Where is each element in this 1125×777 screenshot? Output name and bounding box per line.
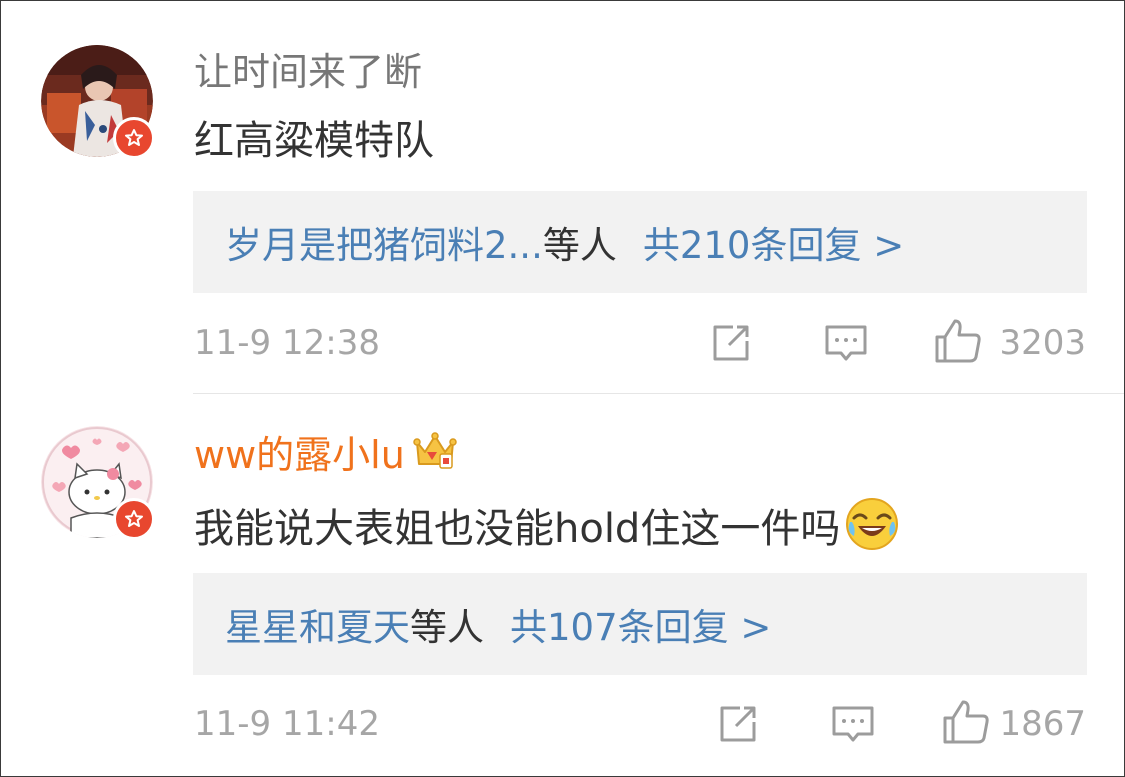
- comment-meta: 11-9 12:38 3203: [1, 315, 1124, 375]
- comment-time: 11-9 12:38: [194, 323, 380, 363]
- comment-meta: 11-9 11:42 1867: [1, 696, 1124, 756]
- comment-item: 让时间来了断 红高粱模特队 岁月是把猪饲料2... 等人 共210条回复 > 1…: [1, 1, 1124, 393]
- repost-icon[interactable]: [709, 321, 753, 369]
- like-icon[interactable]: [941, 696, 991, 750]
- verified-badge-icon: [113, 498, 155, 540]
- reply-total-link[interactable]: 共210条回复 >: [643, 215, 904, 269]
- vip-crown-icon: [413, 430, 457, 482]
- like-count: 3203: [999, 323, 1086, 363]
- reply-names[interactable]: 星星和夏天: [225, 597, 410, 651]
- replies-summary[interactable]: 星星和夏天 等人 共107条回复 >: [193, 573, 1087, 675]
- comment-item: ww的露小lu 我能说大表姐也没能hold住这一件吗 星星和夏天 等人 共107…: [1, 394, 1124, 776]
- laughing-crying-emoji-icon: [844, 496, 900, 565]
- replies-summary[interactable]: 岁月是把猪饲料2... 等人 共210条回复 >: [193, 191, 1087, 293]
- username[interactable]: 让时间来了断: [194, 49, 422, 95]
- username-text[interactable]: ww的露小lu: [194, 433, 405, 477]
- repost-icon[interactable]: [716, 702, 760, 750]
- user-avatar[interactable]: [41, 45, 155, 159]
- reply-total-link[interactable]: 共107条回复 >: [510, 597, 771, 651]
- comment-text-body: 我能说大表姐也没能hold住这一件吗: [194, 506, 841, 552]
- user-avatar[interactable]: [41, 426, 155, 540]
- comment-icon[interactable]: [823, 321, 869, 371]
- comment-list: 让时间来了断 红高粱模特队 岁月是把猪饲料2... 等人 共210条回复 > 1…: [0, 0, 1125, 777]
- reply-suffix: 等人: [410, 606, 484, 649]
- verified-badge-icon: [113, 117, 155, 159]
- comment-time: 11-9 11:42: [194, 704, 380, 744]
- comment-text: 我能说大表姐也没能hold住这一件吗: [194, 496, 900, 565]
- reply-suffix: 等人: [542, 224, 617, 267]
- reply-names[interactable]: 岁月是把猪饲料2...: [225, 215, 543, 269]
- like-icon[interactable]: [933, 315, 983, 369]
- like-count: 1867: [999, 704, 1086, 744]
- comment-icon[interactable]: [830, 702, 876, 752]
- comment-text: 红高粱模特队: [194, 118, 434, 164]
- username[interactable]: ww的露小lu: [194, 430, 457, 482]
